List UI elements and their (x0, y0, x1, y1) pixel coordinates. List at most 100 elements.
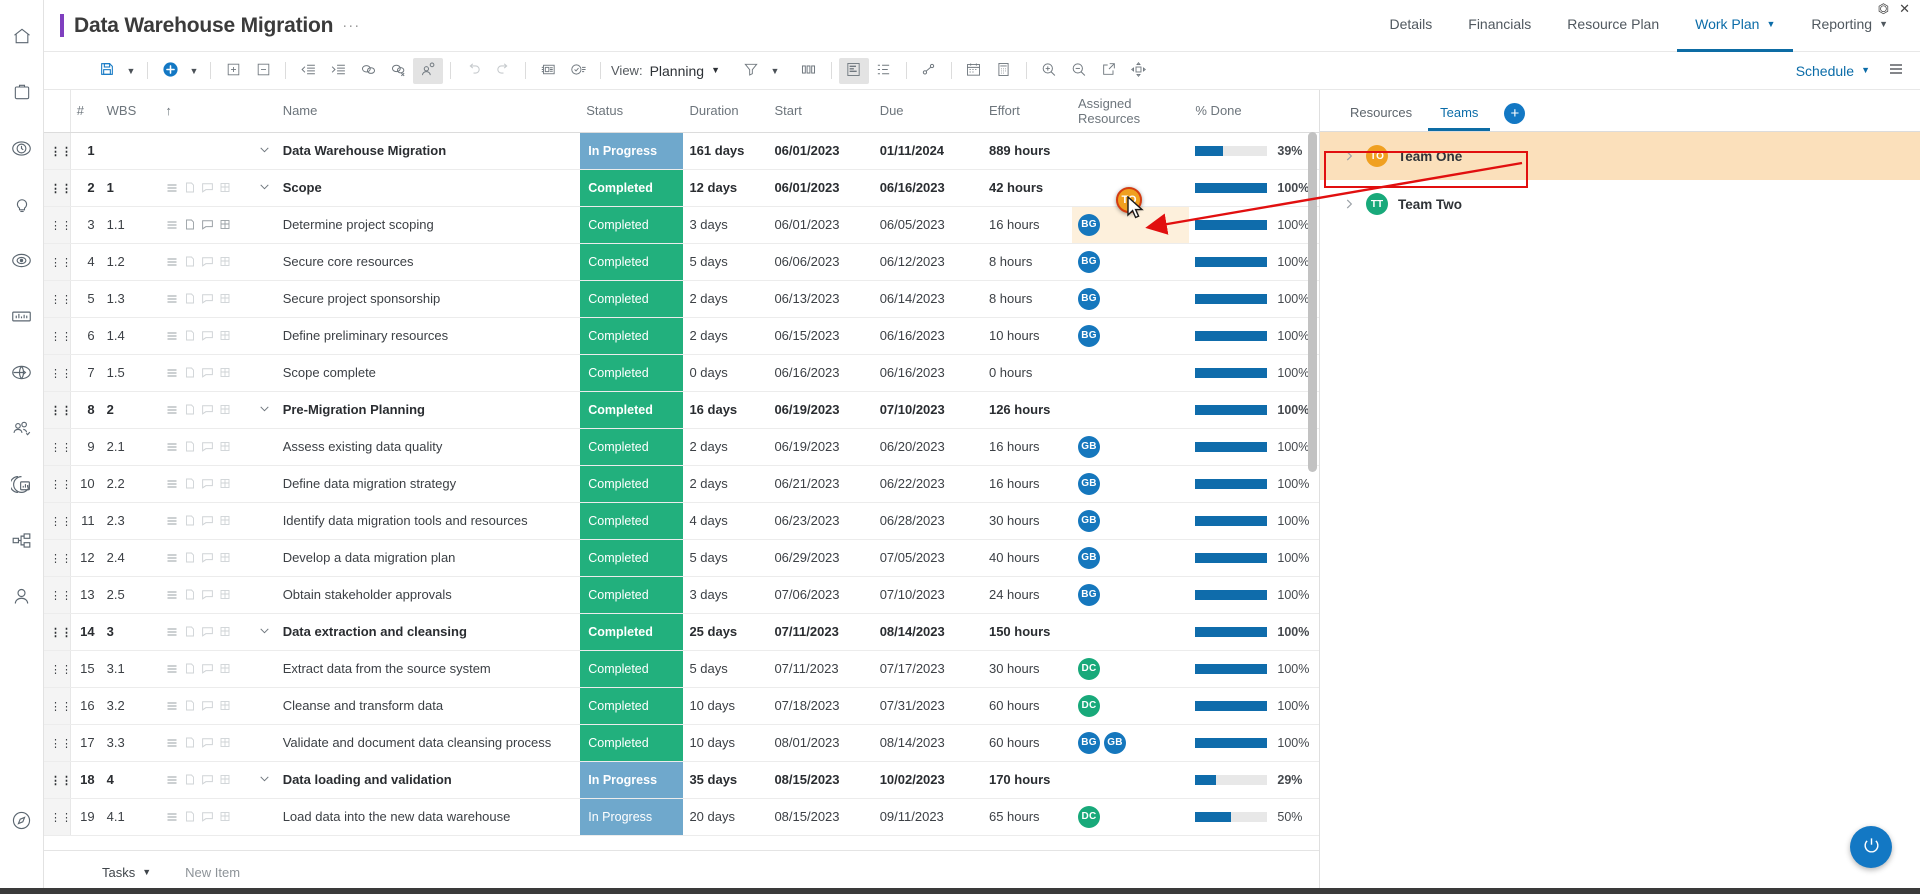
row-drag-handle[interactable]: ⋮⋮ (44, 761, 71, 799)
row-comment-icon[interactable] (201, 366, 214, 379)
col-effort[interactable]: Effort (982, 90, 1073, 133)
rail-item-resources[interactable] (0, 400, 44, 456)
row-comment-icon[interactable] (201, 736, 214, 749)
avatar[interactable]: BG (1078, 250, 1101, 273)
drag-dots-icon[interactable]: ⋮⋮ (50, 221, 69, 232)
rail-item-portfolio[interactable] (0, 64, 44, 120)
tab-financials[interactable]: Financials (1450, 0, 1549, 52)
add-dropdown[interactable]: ▼ (185, 58, 203, 84)
table-row[interactable]: ⋮⋮ 13 2.5 Obtain stakeholder approvals Compl… (44, 576, 1319, 614)
row-assigned-resources[interactable]: BG (1072, 280, 1190, 318)
row-task-name[interactable]: Data extraction and cleansing (276, 613, 581, 651)
col-sort-indicator[interactable]: ↑ (159, 90, 239, 133)
row-details-icon[interactable] (219, 440, 231, 453)
toolbar-menu-button[interactable] (1886, 61, 1908, 80)
row-drag-handle[interactable]: ⋮⋮ (44, 428, 71, 466)
rail-item-analytics[interactable] (0, 288, 44, 344)
tab-details[interactable]: Details (1371, 0, 1450, 52)
col-wbs[interactable]: WBS (100, 90, 160, 133)
avatar[interactable]: BG (1078, 324, 1101, 347)
row-comment-icon[interactable] (201, 588, 214, 601)
row-assigned-resources[interactable]: BG (1072, 317, 1190, 355)
row-collapse-toggle[interactable] (258, 772, 271, 785)
row-task-name[interactable]: Define preliminary resources (276, 317, 581, 355)
col-duration[interactable]: Duration (683, 90, 769, 133)
avatar[interactable]: BG (1078, 583, 1101, 606)
row-drag-handle[interactable]: ⋮⋮ (44, 465, 71, 503)
row-document-icon[interactable] (184, 292, 196, 305)
rail-item-timesheets[interactable] (0, 120, 44, 176)
row-comment-icon[interactable] (201, 403, 214, 416)
row-details-icon[interactable] (219, 329, 231, 342)
row-task-name[interactable]: Secure project sponsorship (276, 280, 581, 318)
row-document-icon[interactable] (184, 403, 196, 416)
drag-dots-icon[interactable]: ⋮⋮ (50, 480, 69, 491)
row-document-icon[interactable] (184, 588, 196, 601)
row-menu-icon[interactable] (165, 811, 179, 823)
table-row[interactable]: ⋮⋮ 10 2.2 Define data migration strategy Com… (44, 465, 1319, 503)
row-menu-icon[interactable] (165, 367, 179, 379)
outdent-button[interactable] (293, 58, 323, 84)
row-task-name[interactable]: Scope (276, 169, 581, 207)
drag-dots-icon[interactable]: ⋮⋮ (50, 739, 69, 750)
add-team-button[interactable]: + (1504, 103, 1526, 124)
panel-tab-teams[interactable]: Teams (1428, 105, 1491, 131)
row-document-icon[interactable] (184, 514, 196, 527)
list-view-button[interactable] (869, 58, 899, 84)
drag-dots-icon[interactable]: ⋮⋮ (50, 369, 69, 380)
row-comment-icon[interactable] (201, 329, 214, 342)
avatar[interactable]: DC (1078, 805, 1101, 828)
row-comment-icon[interactable] (201, 514, 214, 527)
row-assigned-resources[interactable]: GB (1072, 502, 1190, 540)
approvals-button[interactable] (563, 58, 593, 84)
undo-button[interactable] (458, 58, 488, 84)
row-menu-icon[interactable] (165, 700, 179, 712)
drag-dots-icon[interactable]: ⋮⋮ (50, 406, 69, 417)
add-task-button[interactable] (155, 58, 185, 84)
zoom-in-button[interactable] (1034, 58, 1064, 84)
row-details-icon[interactable] (219, 181, 231, 194)
row-menu-icon[interactable] (165, 182, 179, 194)
row-comment-icon[interactable] (201, 662, 214, 675)
table-row[interactable]: ⋮⋮ 14 3 Data extraction and cleansing Comple… (44, 613, 1319, 651)
col-number[interactable]: # (70, 90, 101, 133)
row-menu-icon[interactable] (165, 256, 179, 268)
drag-dots-icon[interactable]: ⋮⋮ (50, 517, 69, 528)
row-document-icon[interactable] (184, 773, 196, 786)
save-button[interactable] (92, 58, 122, 84)
table-row[interactable]: ⋮⋮ 16 3.2 Cleanse and transform data Complet… (44, 687, 1319, 725)
redo-button[interactable] (488, 58, 518, 84)
avatar[interactable]: GB (1078, 509, 1101, 532)
row-drag-handle[interactable]: ⋮⋮ (44, 687, 71, 725)
avatar[interactable]: GB (1078, 435, 1101, 458)
baseline-button[interactable] (914, 58, 944, 84)
table-row[interactable]: ⋮⋮ 9 2.1 Assess existing data quality Comple… (44, 428, 1319, 466)
row-document-icon[interactable] (184, 662, 196, 675)
table-row[interactable]: ⋮⋮ 1 Data Warehouse Migration In Progress 16… (44, 132, 1319, 170)
row-document-icon[interactable] (184, 366, 196, 379)
drag-dots-icon[interactable]: ⋮⋮ (50, 332, 69, 343)
row-assigned-resources[interactable] (1072, 391, 1190, 429)
drag-dots-icon[interactable]: ⋮⋮ (50, 702, 69, 713)
filter-button[interactable] (736, 58, 766, 84)
row-assigned-resources[interactable]: DC (1072, 687, 1190, 725)
row-comment-icon[interactable] (201, 218, 214, 231)
row-task-name[interactable]: Secure core resources (276, 243, 581, 281)
col-due[interactable]: Due (873, 90, 983, 133)
row-collapse-toggle[interactable] (258, 624, 271, 637)
row-document-icon[interactable] (184, 736, 196, 749)
row-menu-icon[interactable] (165, 441, 179, 453)
row-menu-icon[interactable] (165, 293, 179, 305)
row-details-icon[interactable] (219, 477, 231, 490)
row-details-icon[interactable] (219, 514, 231, 527)
open-external-button[interactable] (1094, 58, 1124, 84)
rail-item-profile[interactable] (0, 568, 44, 624)
rail-item-ideas[interactable] (0, 176, 44, 232)
row-assigned-resources[interactable] (1072, 761, 1190, 799)
rail-item-objectives[interactable] (0, 232, 44, 288)
rail-item-explore[interactable] (0, 792, 44, 848)
row-assigned-resources[interactable]: DC (1072, 650, 1190, 688)
table-row[interactable]: ⋮⋮ 18 4 Data loading and validation In Progr… (44, 761, 1319, 799)
row-details-icon[interactable] (219, 625, 231, 638)
row-comment-icon[interactable] (201, 625, 214, 638)
